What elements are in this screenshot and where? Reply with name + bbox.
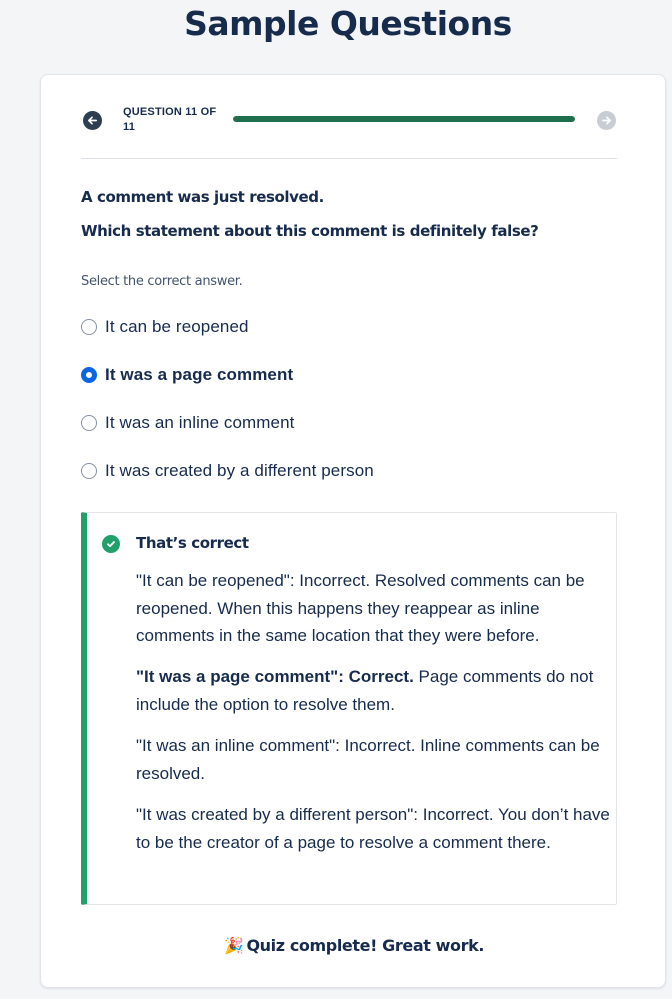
progress-row: QUESTION 11 OF 11 (81, 103, 617, 143)
feedback-title: That’s correct (136, 534, 249, 552)
answer-option[interactable]: It was created by a different person (81, 459, 374, 483)
divider (81, 158, 617, 159)
progress-bar (233, 116, 575, 122)
radio-button[interactable] (81, 367, 97, 383)
explanation-text: "It can be reopened": Incorrect. Resolve… (136, 571, 585, 645)
next-question-button[interactable] (597, 111, 616, 130)
check-circle-icon (102, 535, 120, 553)
radio-button[interactable] (81, 463, 97, 479)
question-title: A comment was just resolved. (81, 188, 324, 206)
radio-button[interactable] (81, 415, 97, 431)
question-counter: QUESTION 11 OF 11 (123, 106, 217, 133)
party-popper-icon: 🎉 (223, 936, 244, 955)
feedback-explanation: "It can be reopened": Incorrect. Resolve… (136, 567, 612, 650)
answer-option[interactable]: It was a page comment (81, 363, 293, 387)
answer-instruction: Select the correct answer. (81, 274, 243, 289)
feedback-explanation: "It was a page comment": Correct. Page c… (136, 663, 612, 718)
explanation-text: "It was an inline comment": Incorrect. I… (136, 736, 600, 783)
answer-option[interactable]: It can be reopened (81, 315, 249, 339)
answer-option-label: It was a page comment (105, 365, 294, 384)
answer-option-label: It was an inline comment (105, 413, 295, 432)
feedback-panel: That’s correct "It can be reopened": Inc… (81, 512, 617, 905)
answer-option-label: It was created by a different person (105, 461, 374, 480)
answer-option[interactable]: It was an inline comment (81, 411, 294, 435)
progress-bar-fill (233, 116, 575, 122)
answer-option-label: It can be reopened (105, 317, 249, 336)
feedback-explanation: "It was created by a different person": … (136, 801, 612, 856)
question-prompt: Which statement about this comment is de… (81, 222, 539, 240)
radio-button[interactable] (81, 319, 97, 335)
previous-question-button[interactable] (83, 111, 102, 130)
page-title: Sample Questions (184, 4, 512, 43)
completion-message: 🎉 Quiz complete! Great work. (41, 936, 667, 955)
quiz-card: QUESTION 11 OF 11 A comment was just res… (40, 74, 666, 988)
feedback-explanation: "It was an inline comment": Incorrect. I… (136, 732, 612, 787)
explanation-text: "It was created by a different person": … (136, 805, 610, 852)
explanation-lead: "It was a page comment": Correct. (136, 667, 414, 686)
completion-text: Quiz complete! Great work. (246, 936, 485, 955)
arrow-left-icon (88, 116, 97, 125)
arrow-right-icon (602, 116, 611, 125)
